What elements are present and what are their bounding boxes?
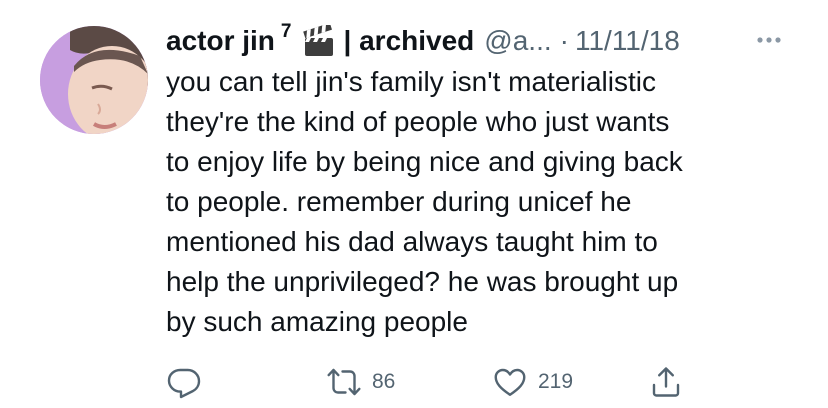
like-button[interactable]: 219 xyxy=(492,362,573,402)
tweet-actions: 86 219 xyxy=(0,362,828,402)
tweet-text-line: by such amazing people xyxy=(166,306,468,337)
retweet-icon xyxy=(327,368,361,396)
share-button[interactable] xyxy=(648,362,684,402)
share-icon xyxy=(652,367,680,397)
reply-button[interactable] xyxy=(166,362,202,402)
name-suffix: | archived xyxy=(343,25,475,56)
tweet-text-line: you can tell jin's family isn't material… xyxy=(166,66,656,97)
avatar-image xyxy=(40,26,148,134)
clapper-board-icon xyxy=(302,22,336,59)
user-handle[interactable]: @a... xyxy=(484,20,551,62)
reply-icon xyxy=(167,368,201,399)
tweet[interactable]: actor jin 7 | archived @a... · 11/11/18 xyxy=(0,0,828,408)
tweet-text-line: mentioned his dad always taught him to xyxy=(166,226,658,257)
retweet-count: 86 xyxy=(372,370,396,393)
name-superscript: 7 xyxy=(280,21,292,42)
tweet-date[interactable]: 11/11/18 xyxy=(575,20,680,62)
tweet-header: actor jin 7 | archived @a... · 11/11/18 xyxy=(166,20,806,62)
avatar[interactable] xyxy=(40,26,148,134)
display-name[interactable]: actor jin xyxy=(166,20,275,62)
like-count: 219 xyxy=(538,370,574,393)
tweet-text: you can tell jin's family isn't material… xyxy=(166,62,786,342)
heart-icon xyxy=(494,368,526,396)
tweet-text-line: they're the kind of people who just want… xyxy=(166,106,670,137)
retweet-button[interactable]: 86 xyxy=(326,362,395,402)
tweet-text-line: help the unprivileged? he was brought up xyxy=(166,266,679,297)
tweet-text-line: to people. remember during unicef he xyxy=(166,186,632,217)
tweet-text-line: to enjoy life by being nice and giving b… xyxy=(166,146,683,177)
separator-dot: · xyxy=(559,25,569,56)
more-icon[interactable] xyxy=(752,26,786,54)
